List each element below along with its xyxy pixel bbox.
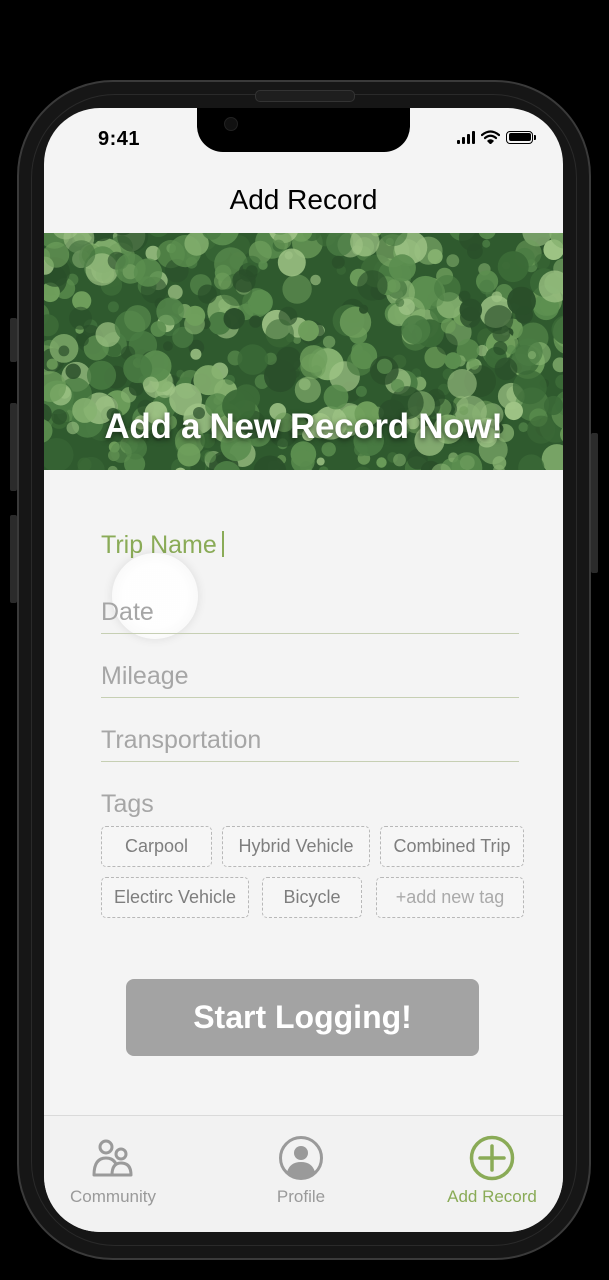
mileage-field[interactable]: Mileage: [101, 658, 519, 698]
notch: [197, 108, 410, 152]
mileage-input-placeholder: Mileage: [101, 662, 189, 690]
text-caret: [221, 531, 224, 557]
start-logging-button[interactable]: Start Logging!: [126, 979, 479, 1056]
earpiece-speaker: [255, 90, 355, 102]
tab-profile[interactable]: Profile: [226, 1116, 376, 1207]
tags-label: Tags: [101, 790, 154, 818]
tab-community-label: Community: [70, 1187, 156, 1206]
tag-combined-trip[interactable]: Combined Trip: [380, 826, 524, 867]
status-icons: [457, 130, 536, 144]
tab-add-record-label: Add Record: [447, 1187, 537, 1206]
cellular-signal-icon: [457, 130, 475, 144]
tab-add-record[interactable]: Add Record: [417, 1116, 563, 1207]
tag-bicycle[interactable]: Bicycle: [262, 877, 362, 918]
tab-community[interactable]: Community: [44, 1116, 188, 1207]
battery-icon: [506, 130, 536, 144]
add-record-icon: [469, 1135, 515, 1181]
wifi-icon: [481, 130, 500, 144]
tag-hybrid-vehicle[interactable]: Hybrid Vehicle: [222, 826, 370, 867]
tab-bar: Community Profile Add Record: [44, 1115, 563, 1232]
power-button: [591, 433, 598, 573]
tag-carpool[interactable]: Carpool: [101, 826, 212, 867]
date-input-placeholder: Date: [101, 598, 154, 626]
community-icon: [91, 1135, 135, 1181]
add-tag-button[interactable]: +add new tag: [376, 877, 524, 918]
status-time: 9:41: [98, 128, 141, 150]
date-field[interactable]: Date: [101, 594, 519, 634]
tab-profile-label: Profile: [276, 1187, 326, 1206]
front-camera: [224, 117, 238, 131]
profile-icon: [278, 1135, 324, 1181]
page-title: Add Record: [229, 184, 378, 215]
action-button: [10, 318, 17, 362]
tag-electric-vehicle[interactable]: Electirc Vehicle: [101, 877, 249, 918]
app-screen: 9:41 Add Record Add a New Record Now! Tr…: [44, 108, 563, 1232]
volume-up-button: [10, 403, 17, 491]
transportation-field[interactable]: Transportation: [101, 722, 519, 762]
volume-down-button: [10, 515, 17, 603]
hero-banner: Add a New Record Now!: [44, 233, 563, 470]
hero-title: Add a New Record Now!: [104, 407, 503, 446]
transportation-input-placeholder: Transportation: [101, 726, 262, 754]
